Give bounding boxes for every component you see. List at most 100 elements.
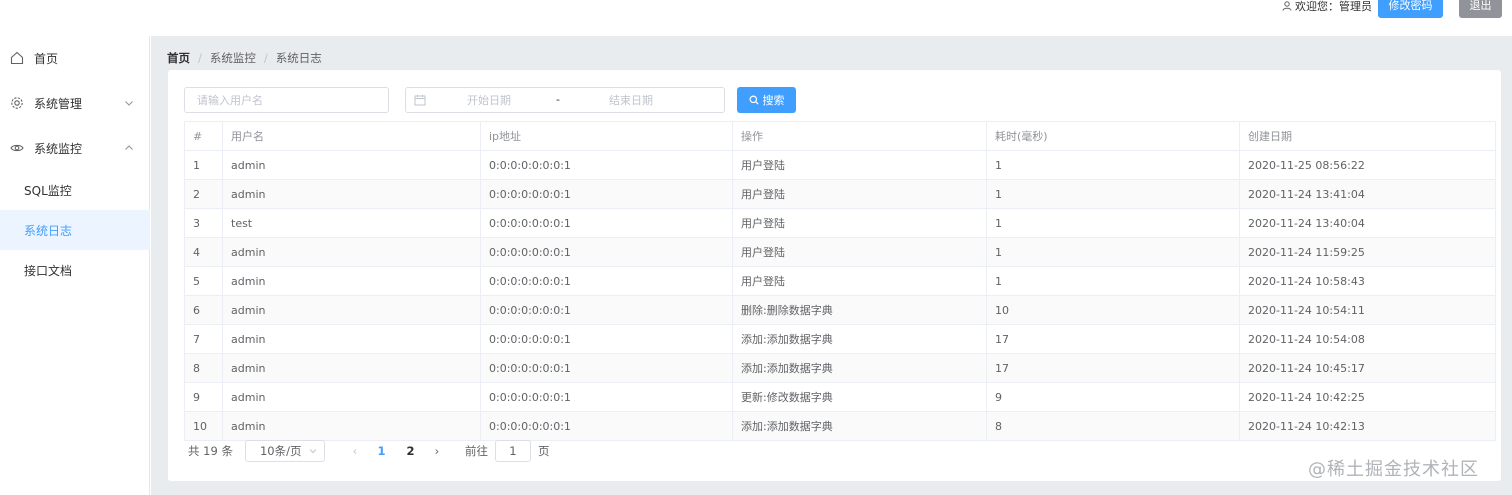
cell-username: admin [222,382,481,412]
top-header: 欢迎您：管理员 修改密码 退出 [0,0,1512,36]
eye-icon [10,141,24,155]
cell-duration: 8 [986,411,1240,441]
cell-username: admin [222,295,481,325]
cell-ip: 0:0:0:0:0:0:0:1 [480,382,733,412]
table-row: 9 admin 0:0:0:0:0:0:0:1 更新:修改数据字典 9 2020… [184,382,1496,412]
cell-username: admin [222,324,481,354]
page-size-select[interactable]: 10条/页 [244,440,325,462]
search-button[interactable]: 搜索 [737,87,796,113]
sidebar-item-home[interactable]: 首页 [0,38,150,78]
sidebar-item-label: 首页 [34,51,59,66]
cell-operation: 添加:添加数据字典 [732,324,987,354]
table-row: 1 admin 0:0:0:0:0:0:0:1 用户登陆 1 2020-11-2… [184,150,1496,180]
cell-duration: 1 [986,179,1240,209]
cell-created: 2020-11-24 13:41:04 [1239,179,1496,209]
cell-duration: 1 [986,266,1240,296]
cell-ip: 0:0:0:0:0:0:0:1 [480,179,733,209]
sidebar-item-system-monitor[interactable]: 系统监控 [0,128,150,168]
cell-username: test [222,208,481,238]
table-row: 8 admin 0:0:0:0:0:0:0:1 添加:添加数据字典 17 202… [184,353,1496,383]
cell-ip: 0:0:0:0:0:0:0:1 [480,324,733,354]
table-row: 4 admin 0:0:0:0:0:0:0:1 用户登陆 1 2020-11-2… [184,237,1496,267]
page-button-2[interactable]: 2 [396,444,425,458]
cell-index: 1 [184,150,223,180]
prev-page-button[interactable]: ‹ [343,444,367,458]
cell-index: 7 [184,324,223,354]
breadcrumb-home[interactable]: 首页 [167,50,190,66]
cell-duration: 17 [986,353,1240,383]
sidebar: 首页 系统管理 系统监控 SQL监控 系统日志 接口文档 [0,36,150,495]
page-button-1[interactable]: 1 [367,444,396,458]
cell-index: 2 [184,179,223,209]
goto-prefix: 前往 [464,444,488,458]
cell-index: 8 [184,353,223,383]
cell-duration: 9 [986,382,1240,412]
cell-username: admin [222,353,481,383]
sidebar-item-label: 系统监控 [34,141,83,156]
next-page-button[interactable]: › [425,444,449,458]
search-button-label: 搜索 [762,94,785,107]
breadcrumb-separator: / [198,51,202,65]
cell-index: 6 [184,295,223,325]
page-jumper: 前往 1 页 [464,440,550,462]
calendar-icon [414,95,426,106]
breadcrumb: 首页 / 系统监控 / 系统日志 [167,50,322,66]
table-row: 5 admin 0:0:0:0:0:0:0:1 用户登陆 1 2020-11-2… [184,266,1496,296]
cell-ip: 0:0:0:0:0:0:0:1 [480,208,733,238]
column-header-username: 用户名 [222,121,481,151]
cell-operation: 用户登陆 [732,179,987,209]
cell-created: 2020-11-24 13:40:04 [1239,208,1496,238]
search-icon [749,95,759,105]
cell-duration: 1 [986,208,1240,238]
cell-operation: 删除:删除数据字典 [732,295,987,325]
date-range-picker[interactable]: - [405,87,725,113]
cell-index: 10 [184,411,223,441]
content-card: - 搜索 # 用户名 ip地址 操作 耗时(毫秒) 创建日期 [168,70,1501,481]
cell-operation: 添加:添加数据字典 [732,353,987,383]
welcome-text: 欢迎您：管理员 [1282,0,1372,14]
cell-created: 2020-11-24 10:42:13 [1239,411,1496,441]
sidebar-subitem-system-log[interactable]: 系统日志 [0,210,150,250]
logout-button[interactable]: 退出 [1459,0,1502,18]
pagination: 共 19 条 10条/页 ‹ 1 2 › 前往 1 页 [188,440,549,462]
username-search-input[interactable] [184,87,389,113]
log-table: # 用户名 ip地址 操作 耗时(毫秒) 创建日期 1 admin 0:0:0:… [184,121,1496,441]
cell-operation: 用户登陆 [732,150,987,180]
main-content: 首页 / 系统监控 / 系统日志 - 搜索 # 用户名 ip地址 [151,36,1512,495]
goto-page-input[interactable]: 1 [494,440,531,462]
sidebar-item-label: 系统管理 [34,96,83,111]
table-header-row: # 用户名 ip地址 操作 耗时(毫秒) 创建日期 [184,121,1496,151]
sidebar-item-system-management[interactable]: 系统管理 [0,83,150,123]
cell-operation: 用户登陆 [732,237,987,267]
column-header-duration: 耗时(毫秒) [986,121,1240,151]
column-header-created: 创建日期 [1239,121,1496,151]
end-date-input[interactable] [576,88,686,112]
cell-duration: 17 [986,324,1240,354]
cell-operation: 更新:修改数据字典 [732,382,987,412]
change-password-button[interactable]: 修改密码 [1378,0,1443,18]
start-date-input[interactable] [434,88,544,112]
cell-duration: 1 [986,237,1240,267]
goto-suffix: 页 [537,444,550,458]
watermark-text: @稀土掘金技术社区 [1308,459,1479,480]
chevron-down-icon [309,449,317,454]
cell-operation: 用户登陆 [732,266,987,296]
cell-operation: 用户登陆 [732,208,987,238]
cell-username: admin [222,179,481,209]
cell-ip: 0:0:0:0:0:0:0:1 [480,237,733,267]
sidebar-subitem-sql-monitor[interactable]: SQL监控 [0,170,150,210]
breadcrumb-system-monitor: 系统监控 [209,51,256,65]
cell-ip: 0:0:0:0:0:0:0:1 [480,266,733,296]
sidebar-subitem-api-docs[interactable]: 接口文档 [0,250,150,290]
breadcrumb-system-log: 系统日志 [275,51,322,65]
cell-duration: 1 [986,150,1240,180]
cell-index: 5 [184,266,223,296]
cell-created: 2020-11-24 10:58:43 [1239,266,1496,296]
cell-username: admin [222,237,481,267]
chevron-up-icon [125,145,133,150]
cell-index: 9 [184,382,223,412]
home-icon [10,51,24,65]
cell-created: 2020-11-24 10:42:25 [1239,382,1496,412]
page-size-value: 10条/页 [259,444,302,458]
table-row: 6 admin 0:0:0:0:0:0:0:1 删除:删除数据字典 10 202… [184,295,1496,325]
